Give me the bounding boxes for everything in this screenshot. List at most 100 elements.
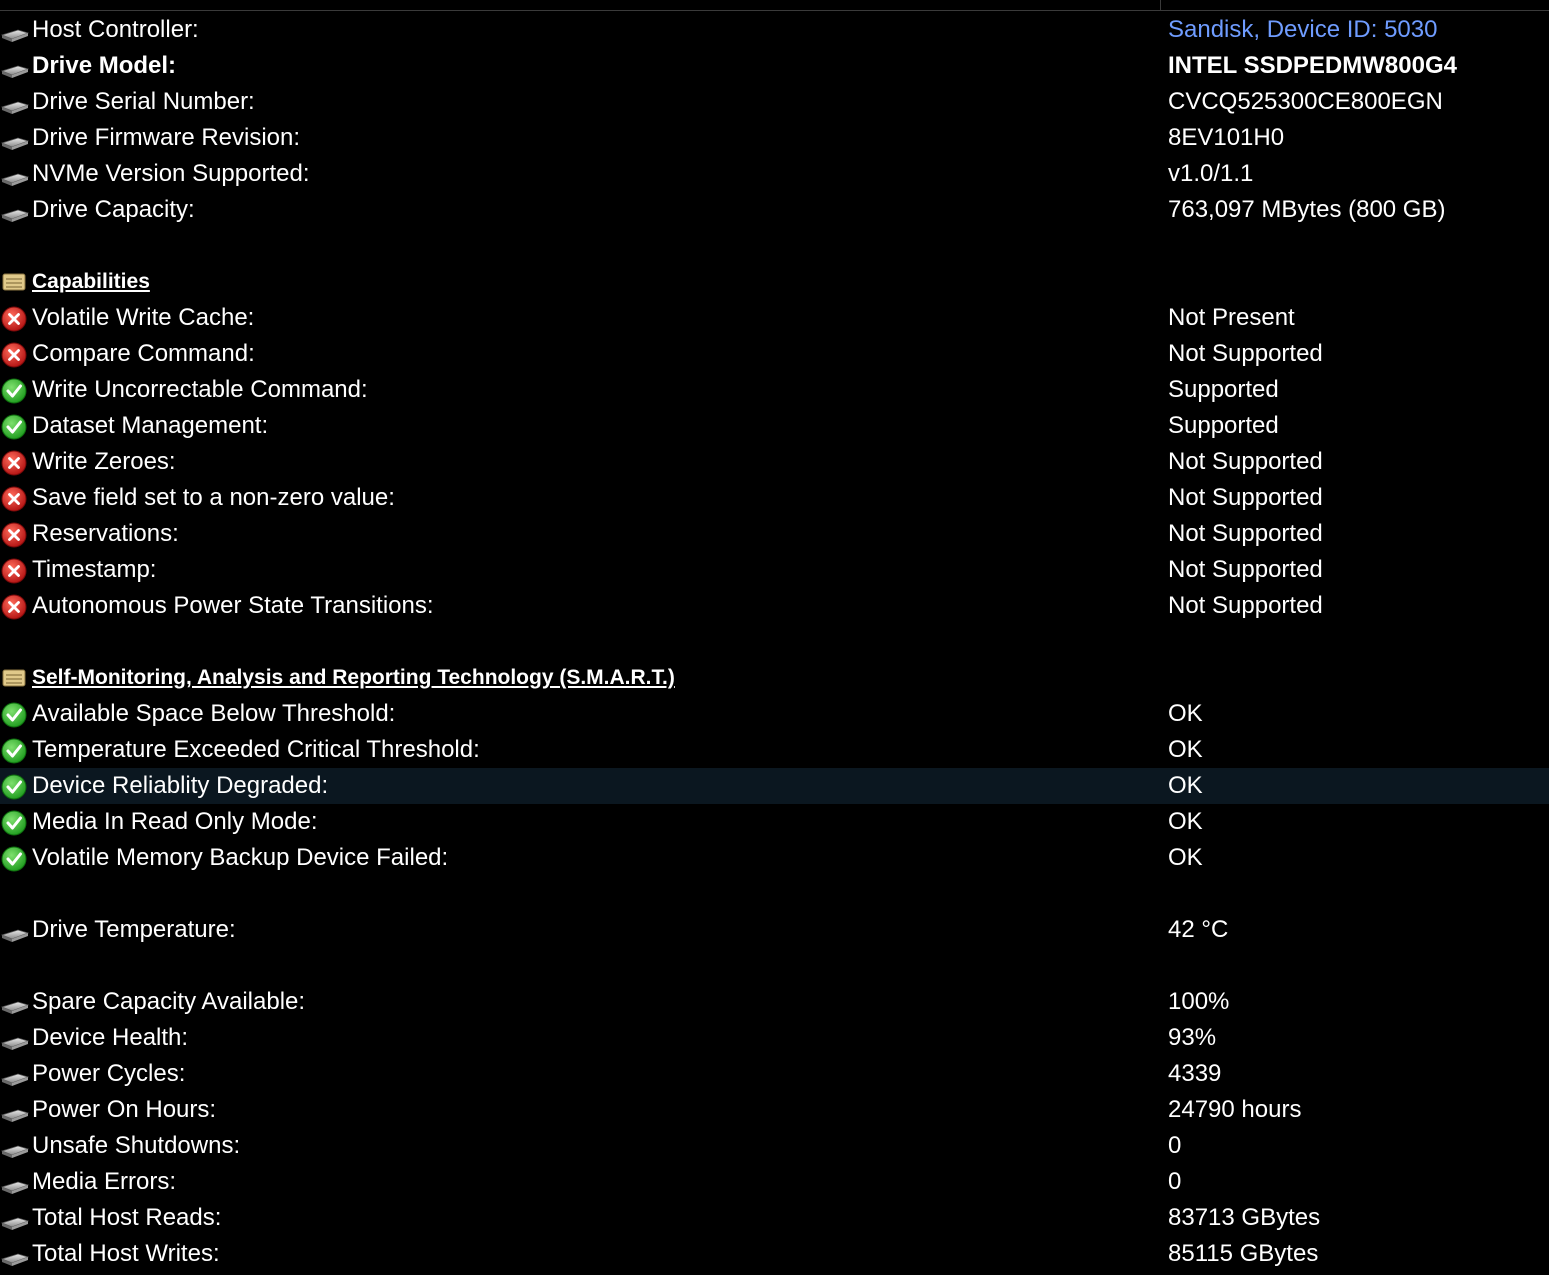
section-title: Capabilities xyxy=(32,270,150,293)
row-label: Spare Capacity Available: xyxy=(32,988,306,1015)
list-item[interactable]: Unsafe Shutdowns: 0 xyxy=(0,1128,1549,1164)
section-header-capabilities[interactable]: Capabilities xyxy=(0,264,1549,300)
drive-icon xyxy=(1,198,29,224)
list-item[interactable]: Reservations: Not Supported xyxy=(0,516,1549,552)
row-value: OK xyxy=(1168,772,1203,799)
drive-icon xyxy=(1,126,29,152)
row-label: NVMe Version Supported: xyxy=(32,160,310,187)
row-value: 83713 GBytes xyxy=(1168,1204,1321,1231)
list-item[interactable]: Drive Firmware Revision: 8EV101H0 xyxy=(0,120,1549,156)
row-label: Volatile Memory Backup Device Failed: xyxy=(32,844,449,871)
drive-icon xyxy=(1,1026,29,1052)
ok-icon xyxy=(1,774,29,800)
row-label: Write Uncorrectable Command: xyxy=(32,376,368,403)
row-value: INTEL SSDPEDMW800G4 xyxy=(1168,52,1457,79)
list-item[interactable]: Spare Capacity Available: 100% xyxy=(0,984,1549,1020)
list-item[interactable]: Compare Command: Not Supported xyxy=(0,336,1549,372)
drive-icon xyxy=(1,18,29,44)
row-value: 85115 GBytes xyxy=(1168,1240,1319,1267)
ok-icon xyxy=(1,378,29,404)
list-item[interactable]: Available Space Below Threshold: OK xyxy=(0,696,1549,732)
drive-icon xyxy=(1,1206,29,1232)
ok-icon xyxy=(1,846,29,872)
column-header-bar xyxy=(0,0,1549,11)
list-item[interactable]: Timestamp: Not Supported xyxy=(0,552,1549,588)
row-value: 0 xyxy=(1168,1132,1182,1159)
drive-icon xyxy=(1,1062,29,1088)
row-value: Not Supported xyxy=(1168,448,1323,475)
row-value: Supported xyxy=(1168,376,1279,403)
drive-icon xyxy=(1,162,29,188)
row-label: Volatile Write Cache: xyxy=(32,304,255,331)
row-label: Timestamp: xyxy=(32,556,157,583)
row-value: 24790 hours xyxy=(1168,1096,1302,1123)
list-item[interactable]: Volatile Write Cache: Not Present xyxy=(0,300,1549,336)
host-controller-link[interactable]: Sandisk, Device ID: 5030 xyxy=(1168,12,1437,48)
list-item[interactable]: Save field set to a non-zero value: Not … xyxy=(0,480,1549,516)
row-label: Total Host Writes: xyxy=(32,1240,220,1267)
list-item[interactable]: Temperature Exceeded Critical Threshold:… xyxy=(0,732,1549,768)
error-icon xyxy=(1,486,29,512)
row-label: Drive Capacity: xyxy=(32,196,195,223)
row-value: Supported xyxy=(1168,412,1279,439)
list-item[interactable]: Drive Model: INTEL SSDPEDMW800G4 xyxy=(0,48,1549,84)
list-item[interactable]: Total Host Reads: 83713 GBytes xyxy=(0,1200,1549,1236)
list-item[interactable]: Media Errors: 0 xyxy=(0,1164,1549,1200)
list-item[interactable]: Drive Capacity: 763,097 MBytes (800 GB) xyxy=(0,192,1549,228)
row-label: Device Health: xyxy=(32,1024,189,1051)
row-value: OK xyxy=(1168,808,1203,835)
row-label: Power Cycles: xyxy=(32,1060,186,1087)
row-label: Power On Hours: xyxy=(32,1096,217,1123)
column-divider[interactable] xyxy=(1160,0,1161,10)
row-value: 763,097 MBytes (800 GB) xyxy=(1168,196,1446,223)
row-label: Device Reliablity Degraded: xyxy=(32,772,329,799)
row-label: Autonomous Power State Transitions: xyxy=(32,592,434,619)
list-item[interactable]: Autonomous Power State Transitions: Not … xyxy=(0,588,1549,624)
list-item[interactable]: Volatile Memory Backup Device Failed: OK xyxy=(0,840,1549,876)
row-label: Write Zeroes: xyxy=(32,448,176,475)
list-item-selected[interactable]: Device Reliablity Degraded: OK xyxy=(0,768,1549,804)
list-item[interactable]: Host Controller: Sandisk, Device ID: 503… xyxy=(0,12,1549,48)
ok-icon xyxy=(1,414,29,440)
drive-icon xyxy=(1,990,29,1016)
row-label: Compare Command: xyxy=(32,340,255,367)
row-label: Drive Serial Number: xyxy=(32,88,255,115)
list-item[interactable]: Power Cycles: 4339 xyxy=(0,1056,1549,1092)
list-item[interactable]: Drive Temperature: 42 °C xyxy=(0,912,1549,948)
drive-icon xyxy=(1,918,29,944)
drive-icon xyxy=(1,54,29,80)
ok-icon xyxy=(1,738,29,764)
row-value: Not Present xyxy=(1168,304,1295,331)
row-value: OK xyxy=(1168,700,1203,727)
row-value: 8EV101H0 xyxy=(1168,124,1285,151)
row-label: Media Errors: xyxy=(32,1168,177,1195)
drive-icon xyxy=(1,1098,29,1124)
list-item[interactable]: Write Zeroes: Not Supported xyxy=(0,444,1549,480)
row-value: 93% xyxy=(1168,1024,1217,1051)
ok-icon xyxy=(1,702,29,728)
list-item[interactable]: Device Health: 93% xyxy=(0,1020,1549,1056)
row-label: Dataset Management: xyxy=(32,412,269,439)
section-header-smart[interactable]: Self-Monitoring, Analysis and Reporting … xyxy=(0,660,1549,696)
section-icon xyxy=(1,666,29,692)
list-item[interactable]: Power On Hours: 24790 hours xyxy=(0,1092,1549,1128)
list-item[interactable]: Drive Serial Number: CVCQ525300CE800EGN xyxy=(0,84,1549,120)
row-label: Media In Read Only Mode: xyxy=(32,808,318,835)
list-item[interactable]: Total Host Writes: 85115 GBytes xyxy=(0,1236,1549,1272)
row-value: OK xyxy=(1168,844,1203,871)
list-item[interactable]: Media In Read Only Mode: OK xyxy=(0,804,1549,840)
list-item[interactable]: Write Uncorrectable Command: Supported xyxy=(0,372,1549,408)
row-label: Drive Firmware Revision: xyxy=(32,124,301,151)
row-value: 100% xyxy=(1168,988,1230,1015)
drive-icon xyxy=(1,1242,29,1268)
row-label: Temperature Exceeded Critical Threshold: xyxy=(32,736,480,763)
list-item[interactable]: Dataset Management: Supported xyxy=(0,408,1549,444)
row-value: Not Supported xyxy=(1168,484,1323,511)
row-value: CVCQ525300CE800EGN xyxy=(1168,88,1443,115)
list-item[interactable]: NVMe Version Supported: v1.0/1.1 xyxy=(0,156,1549,192)
drive-icon xyxy=(1,90,29,116)
row-label: Reservations: xyxy=(32,520,179,547)
row-value: Not Supported xyxy=(1168,340,1323,367)
